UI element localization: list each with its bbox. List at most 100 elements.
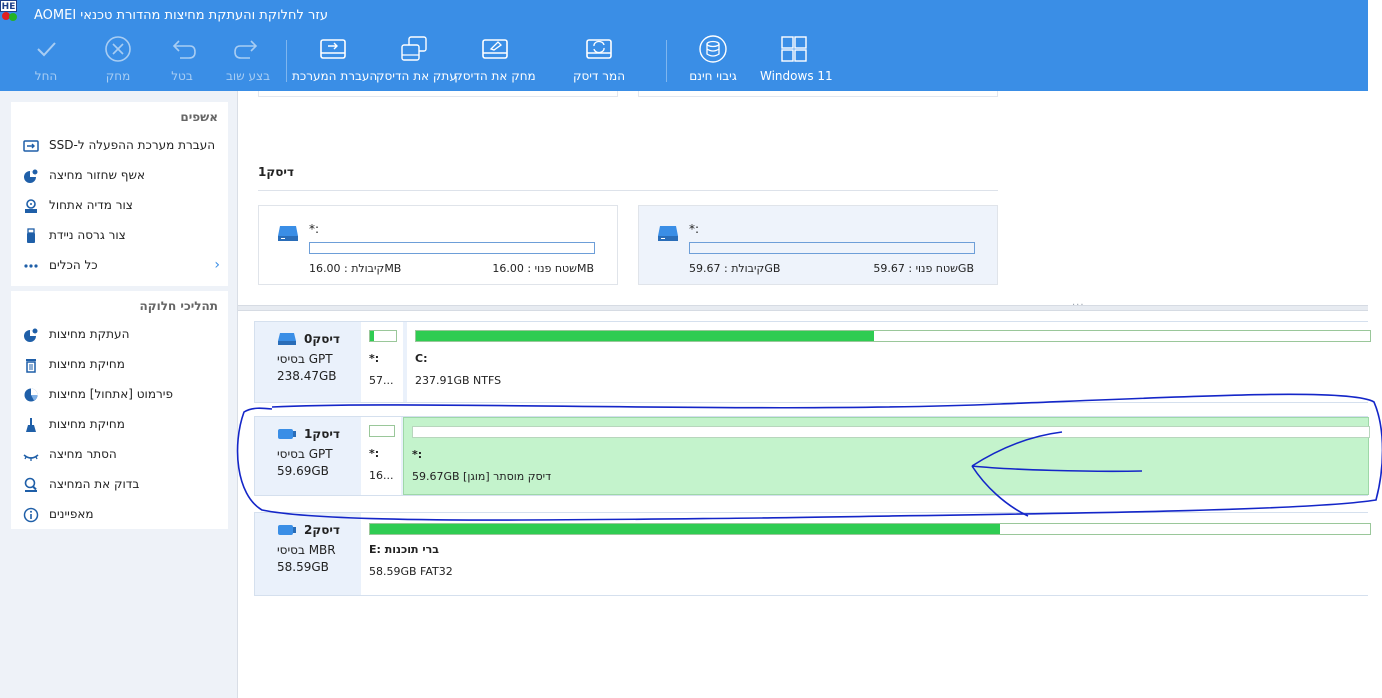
- green-dot-icon: [9, 13, 17, 21]
- free-space-text: 16.00 : שטח פנויMB: [492, 262, 594, 275]
- backup-database-icon: [699, 35, 727, 63]
- drive-icon: [278, 226, 298, 241]
- disk-name: דיסק1: [304, 427, 340, 441]
- partition-name: *:: [369, 352, 380, 365]
- disk-size: 58.59GB: [277, 560, 329, 574]
- check-icon: [37, 42, 56, 57]
- operations-panel: תהליכי חלוקה העתקת מחיצות מחיקת מחיצות פ…: [11, 291, 228, 529]
- sidebar-item-label: צור מדיה אתחול: [49, 198, 133, 212]
- wizards-title: אשפים: [180, 110, 218, 124]
- wipe-disk-icon: [482, 39, 508, 59]
- toolbar: HE עזר לחלוקת והעתקת מחיצות מהדורת טכנאי…: [0, 0, 1368, 91]
- migrate-icon: [23, 140, 39, 152]
- disk-size: 238.47GB: [277, 369, 337, 383]
- sidebar-item-migrate-os[interactable]: העברת מערכת ההפעלה ל-SSD: [11, 131, 228, 161]
- usb-drive-icon: [278, 525, 296, 535]
- capacity-bar: [689, 242, 975, 254]
- sidebar-item-recovery[interactable]: אשף שחזור מחיצה: [11, 161, 228, 191]
- toolbar-separator: [666, 40, 667, 82]
- partition-desc: 16...: [369, 469, 394, 482]
- disk-row[interactable]: דיסק1 בסיסי GPT 59.69GB *: 16... *: 59.6…: [254, 416, 1370, 496]
- free-backup-button[interactable]: גיבוי חינם: [682, 34, 744, 88]
- partition-block[interactable]: *: 16...: [359, 417, 401, 495]
- migrate-disk-icon: [320, 39, 346, 59]
- redo-button[interactable]: בצע שוב: [222, 34, 274, 88]
- sidebar-item-label: בדוק את המחיצה: [49, 477, 140, 491]
- redo-icon: [234, 40, 258, 59]
- usage-bar: [369, 425, 395, 437]
- sidebar-item-check-partition[interactable]: בדוק את המחיצה: [11, 470, 228, 500]
- partition-card[interactable]: *: 59.67 : קיבולתGB 59.67 : שטח פנויGB: [638, 205, 998, 285]
- sidebar-item-hide-partition[interactable]: הסתר מחיצה: [11, 440, 228, 470]
- partition-block[interactable]: C: 237.91GB NTFS: [405, 322, 1371, 402]
- disk-row[interactable]: דיסק0 בסיסי GPT 238.47GB *: 57... C: 237…: [254, 321, 1371, 403]
- disk-row[interactable]: דיסק2 בסיסי MBR 58.59GB E: ברי תוכנות 58…: [254, 512, 1371, 596]
- sidebar-item-bootable-media[interactable]: צור מדיה אתחול: [11, 191, 228, 221]
- partition-card[interactable]: *: 16.00 : קיבולתMB 16.00 : שטח פנויMB: [258, 205, 618, 285]
- sidebar-item-label: כל הכלים: [49, 258, 98, 272]
- usage-fill: [370, 331, 374, 341]
- apply-label: החל: [34, 69, 58, 83]
- convert-disk-button[interactable]: המר דיסק: [566, 34, 632, 88]
- format-partition-icon: [24, 388, 38, 402]
- sidebar-item-label: מאפיינים: [49, 507, 94, 521]
- capacity-text: 59.67 : קיבולתGB: [689, 262, 781, 275]
- sidebar-item-delete-partition[interactable]: מחיקת מחיצות: [11, 350, 228, 380]
- partition-card-stub: [638, 91, 998, 97]
- partition-name: *:: [309, 222, 320, 236]
- partition-block[interactable]: *: 57...: [359, 322, 403, 402]
- info-icon: [23, 507, 39, 523]
- language-code: HE: [0, 0, 17, 12]
- partition-desc: 237.91GB NTFS: [415, 374, 502, 387]
- sidebar-item-label: צור גרסה ניידת: [49, 228, 126, 242]
- hard-disk-icon: [278, 333, 296, 345]
- sidebar-item-label: העתקת מחיצות: [49, 327, 130, 341]
- convert-disk-icon: [586, 39, 612, 59]
- usage-bar: [415, 330, 1371, 342]
- undo-button[interactable]: בטל: [164, 34, 200, 88]
- pane-splitter[interactable]: ···: [238, 300, 1368, 311]
- toolbar-separator: [286, 40, 287, 82]
- sidebar-item-label: מחיקת מחיצות: [49, 357, 125, 371]
- clone-disk-button[interactable]: עתק את הדיסק: [376, 34, 457, 88]
- discard-button[interactable]: מחק: [100, 34, 136, 88]
- wipe-disk-label: מחק את הדיסק: [454, 69, 536, 83]
- partition-block[interactable]: E: ברי תוכנות 58.59GB FAT32: [359, 513, 1371, 595]
- sidebar-item-all-tools[interactable]: כל הכלים ›: [11, 251, 228, 281]
- usage-bar: [412, 426, 1370, 438]
- partition-name: *:: [689, 222, 700, 236]
- redo-label: בצע שוב: [225, 69, 271, 83]
- discard-label: מחק: [105, 69, 131, 83]
- apply-button[interactable]: החל: [28, 34, 64, 88]
- partition-desc: 57...: [369, 374, 394, 387]
- disk-info: דיסק2 בסיסי MBR 58.59GB: [255, 513, 358, 595]
- chevron-right-icon: ›: [214, 257, 220, 273]
- sidebar-item-wipe-partition[interactable]: מחיקת מחיצות: [11, 410, 228, 440]
- broom-icon: [26, 418, 36, 432]
- sidebar-item-properties[interactable]: מאפיינים: [11, 500, 228, 530]
- recovery-icon: [24, 168, 39, 183]
- migrate-os-button[interactable]: העברת המערכת: [292, 34, 377, 88]
- partition-desc: 58.59GB FAT32: [369, 565, 453, 578]
- app-window: HE עזר לחלוקת והעתקת מחיצות מהדורת טכנאי…: [0, 0, 1382, 698]
- wizards-panel: אשפים העברת מערכת ההפעלה ל-SSD אשף שחזור…: [11, 102, 228, 286]
- windows11-button[interactable]: Windows 11: [760, 34, 833, 88]
- window-title: עזר לחלוקת והעתקת מחיצות מהדורת טכנאי AO…: [34, 8, 328, 23]
- disk-name: דיסק0: [304, 332, 340, 346]
- language-badge[interactable]: HE: [0, 0, 18, 22]
- all-tools-icon: [24, 264, 38, 268]
- partition-name: C:: [415, 352, 428, 365]
- bootable-media-icon: [25, 199, 37, 213]
- disk-heading: דיסק1: [258, 165, 294, 179]
- partition-block-selected[interactable]: *: 59.67GB [מוגן] דיסק מוסתר: [403, 417, 1370, 495]
- main-area: דיסק1 *: 16.00 : קיבולתMB 16.00 : שטח פנ…: [238, 91, 1371, 698]
- sidebar-item-format-partition[interactable]: פירמוט [אתחול] מחיצות: [11, 380, 228, 410]
- undo-label: בטל: [171, 69, 193, 83]
- sidebar-item-copy-partition[interactable]: העתקת מחיצות: [11, 320, 228, 350]
- grip-icon: ···: [1072, 300, 1085, 311]
- capacity-bar: [309, 242, 595, 254]
- sidebar-item-portable[interactable]: צור גרסה ניידת: [11, 221, 228, 251]
- wipe-disk-button[interactable]: מחק את הדיסק: [454, 34, 536, 88]
- usage-fill: [370, 524, 1000, 534]
- magnifier-icon: [24, 477, 37, 492]
